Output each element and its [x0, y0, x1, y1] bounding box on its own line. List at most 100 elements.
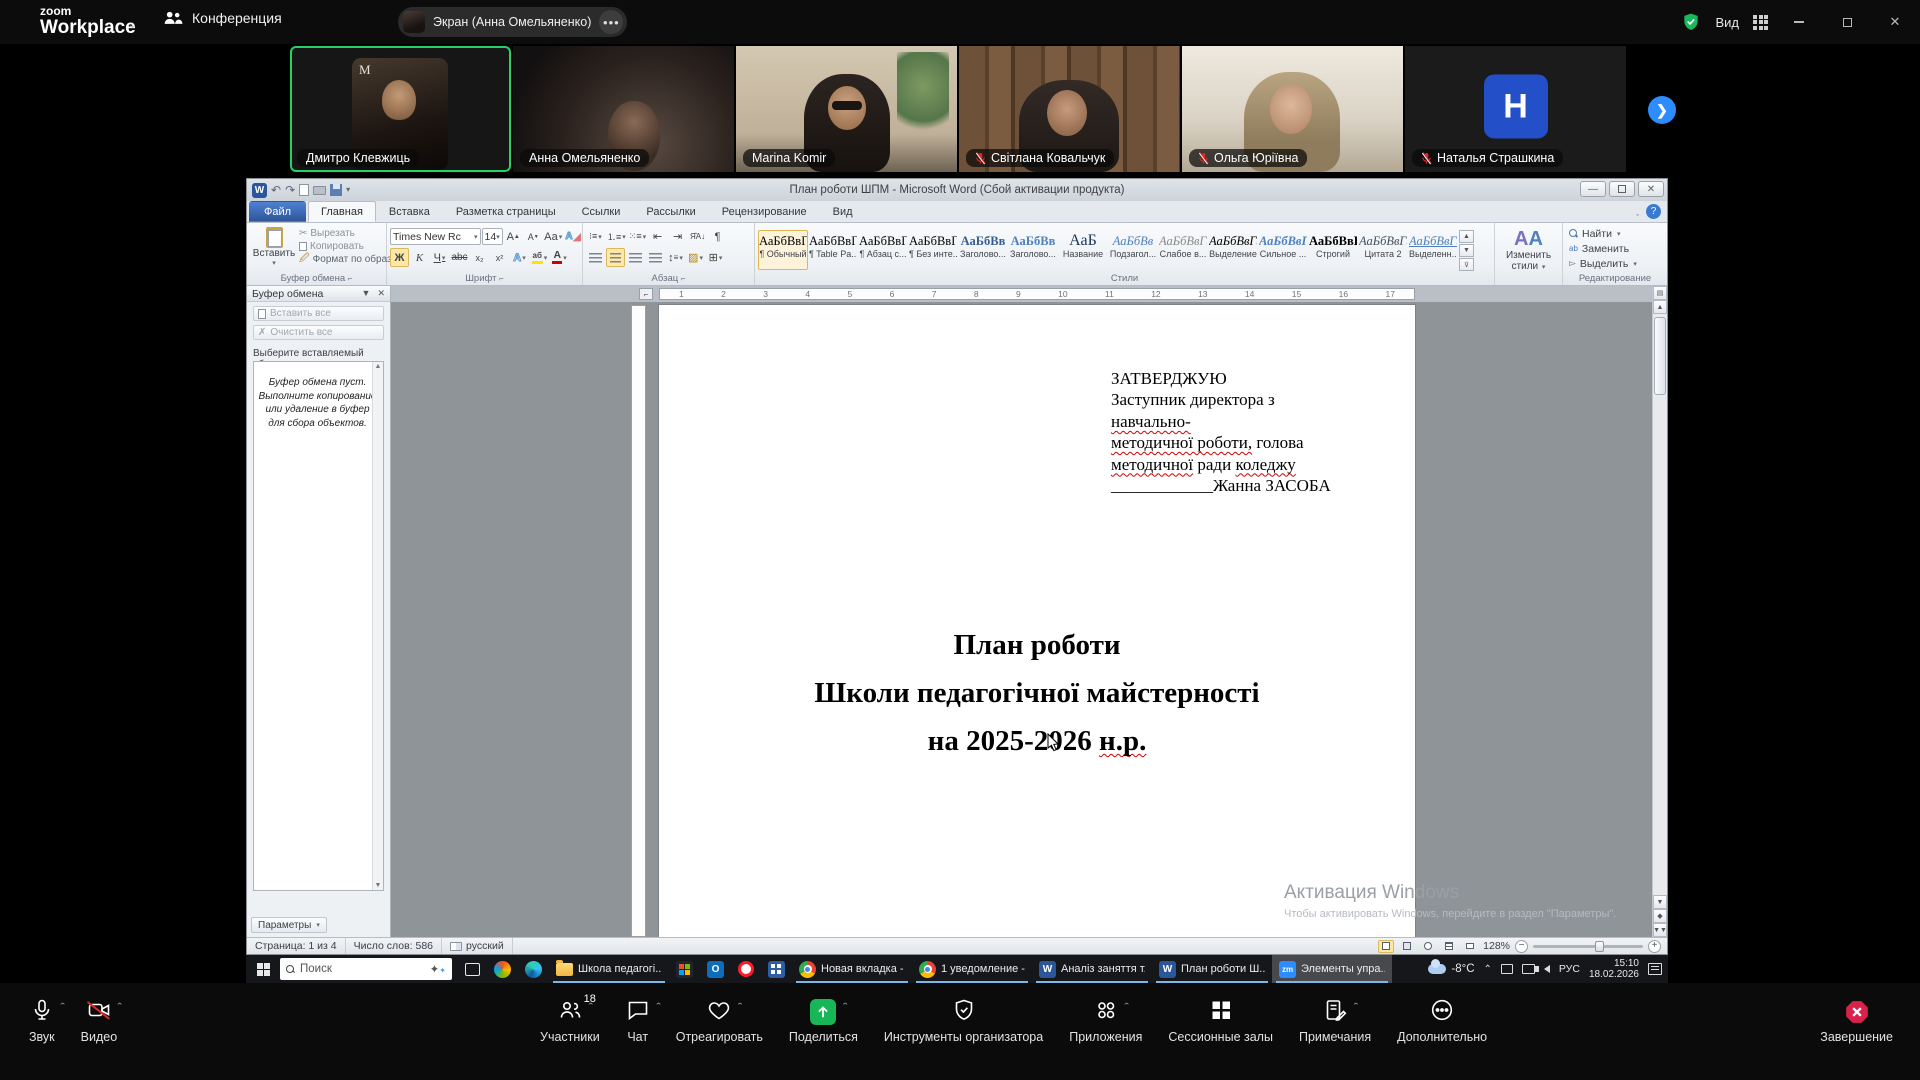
clear-all-button[interactable]: ✗Очистить все	[253, 325, 384, 340]
decrease-indent-button[interactable]: ⇤	[648, 227, 667, 246]
weather-widget[interactable]: -8°C	[1428, 963, 1474, 975]
pane-menu-icon[interactable]: ▼	[362, 288, 371, 299]
style-item[interactable]: АаБбВвЗаголово...	[958, 230, 1008, 270]
print-layout-view-button[interactable]	[1378, 940, 1394, 953]
styles-scroll-down-icon[interactable]: ▼	[1459, 244, 1474, 257]
participant-tile[interactable]: Marina Komir	[736, 46, 957, 172]
style-item[interactable]: АаБбВвГгВыделенн...	[1408, 230, 1458, 270]
toolbar-more[interactable]: Дополнительно	[1384, 983, 1500, 1044]
taskbar-app-word[interactable]: WПлан роботи Ш...	[1152, 955, 1272, 983]
font-color-button[interactable]: А▾	[550, 248, 569, 267]
strikethrough-button[interactable]: abc	[450, 248, 469, 267]
replace-button[interactable]: abЗаменить	[1563, 241, 1667, 256]
show-marks-button[interactable]: ¶	[708, 227, 727, 246]
clear-formatting-button[interactable]: А◢	[564, 227, 583, 246]
shading-button[interactable]: ▨▾	[686, 248, 705, 267]
pane-close-icon[interactable]: ✕	[377, 288, 385, 299]
toolbar-share[interactable]: ⌃Поделиться	[776, 983, 871, 1044]
tab-разметка страницы[interactable]: Разметка страницы	[443, 201, 569, 222]
style-item[interactable]: АаБбВвГгСлабое в...	[1158, 230, 1208, 270]
style-item[interactable]: АаБбВвГг,¶ Без инте...	[908, 230, 958, 270]
line-spacing-button[interactable]: ↕≡▾	[666, 248, 685, 267]
select-button[interactable]: ▻Выделить▾	[1563, 256, 1667, 271]
vertical-ruler[interactable]	[631, 305, 646, 937]
tray-chevron-icon[interactable]: ⌃	[1484, 964, 1492, 975]
document-scrollbar[interactable]: ▤ ▲ ▼ ◆ ▼▼	[1652, 286, 1667, 937]
italic-button[interactable]: К	[410, 248, 429, 267]
draft-view-button[interactable]	[1462, 940, 1478, 953]
toolbar-participants[interactable]: 18⌃Участники	[527, 983, 613, 1044]
tab-conference[interactable]: Конференция	[163, 10, 282, 26]
scroll-up-icon[interactable]: ▲	[1653, 300, 1667, 314]
word-minimize-button[interactable]: —	[1580, 181, 1606, 197]
help-icon[interactable]: ?	[1646, 204, 1661, 219]
style-item[interactable]: АаБбВвГгСильное ...	[1258, 230, 1308, 270]
volume-icon[interactable]	[1544, 965, 1550, 973]
participant-tile[interactable]: Анна Омельяненко	[513, 46, 734, 172]
style-item[interactable]: АаБбВвГг,Строгий	[1308, 230, 1358, 270]
collapse-ribbon-icon[interactable]: ˬ	[1636, 207, 1639, 216]
zoom-in-button[interactable]: +	[1648, 940, 1661, 953]
participant-tile[interactable]: MДмитро Клевжиць	[290, 46, 511, 172]
taskbar-clock[interactable]: 15:1018.02.2026	[1589, 958, 1639, 981]
paste-all-button[interactable]: Вставить все	[253, 306, 384, 321]
scrollbar-thumb[interactable]	[1654, 317, 1666, 395]
style-item[interactable]: АаБбВвГ¶ Table Pa...	[808, 230, 858, 270]
close-button[interactable]: ✕	[1878, 7, 1912, 37]
bullets-button[interactable]: ⁝≡▾	[586, 227, 605, 246]
taskbar-search[interactable]: Поиск ✦✦	[280, 958, 452, 980]
start-button[interactable]	[246, 955, 280, 983]
chevron-up-icon[interactable]: ⌃	[654, 1002, 662, 1011]
copy-button[interactable]: Копировать	[299, 240, 386, 253]
style-item[interactable]: АаБбВвГгВыделение	[1208, 230, 1258, 270]
toolbar-breakout[interactable]: Сессионные залы	[1155, 983, 1286, 1044]
taskbar-app-zoom[interactable]: zmЭлементы упра...	[1272, 955, 1392, 983]
style-item[interactable]: АаБНазвание	[1058, 230, 1108, 270]
change-case-button[interactable]: Аа▾	[544, 227, 563, 246]
action-center-icon[interactable]	[1648, 963, 1662, 975]
document-page[interactable]: ЗАТВЕРДЖУЮЗаступник директора знавчально…	[659, 305, 1415, 937]
highlight-button[interactable]: аб▾	[530, 248, 549, 267]
subscript-button[interactable]: x₂	[470, 248, 489, 267]
taskbar-app-folder[interactable]: Школа педагогі...	[549, 955, 669, 983]
align-right-button[interactable]	[626, 248, 645, 267]
proofing-status[interactable]: русский	[442, 938, 513, 954]
phone-link-icon[interactable]	[1501, 964, 1513, 974]
format-painter-button[interactable]: 🖉Формат по образцу	[299, 253, 386, 266]
taskbar-app-chrome[interactable]: 1 уведомление - ...	[912, 955, 1032, 983]
zoom-level[interactable]: 128%	[1483, 940, 1510, 952]
language-indicator[interactable]: РУС	[1559, 963, 1580, 975]
clipboard-list-scrollbar[interactable]: ▲▼	[372, 362, 383, 890]
taskbar-app-word[interactable]: WАналіз заняття т...	[1032, 955, 1152, 983]
chevron-up-icon[interactable]: ⌃	[58, 1002, 66, 1011]
word-close-button[interactable]: ✕	[1638, 181, 1664, 197]
chevron-down-icon[interactable]: ▾	[252, 259, 296, 267]
numbering-button[interactable]: ⒈≡▾	[606, 227, 627, 246]
style-item[interactable]: АаБбВвПодзагол...	[1108, 230, 1158, 270]
screen-share-pill[interactable]: Экран (Анна Омельяненко) •••	[398, 7, 627, 37]
maximize-button[interactable]	[1830, 7, 1864, 37]
chevron-up-icon[interactable]: ⌃	[586, 1002, 594, 1011]
tab-главная[interactable]: Главная	[308, 201, 376, 222]
security-shield-icon[interactable]	[1681, 12, 1701, 32]
paste-button[interactable]: Вставить ▾	[252, 226, 296, 270]
chevron-up-icon[interactable]: ⌃	[116, 1002, 124, 1011]
taskbar-app-task-view[interactable]	[458, 955, 487, 983]
zoom-slider-thumb[interactable]	[1595, 941, 1604, 952]
toolbar-notes[interactable]: ⌃Примечания	[1286, 983, 1384, 1044]
change-styles-button[interactable]: АА Изменить стили ▾	[1495, 226, 1562, 272]
view-label[interactable]: Вид	[1715, 15, 1739, 30]
taskbar-app-outlook[interactable]: O	[700, 955, 731, 983]
taskbar-app-opera[interactable]	[731, 955, 761, 983]
minimize-button[interactable]	[1782, 7, 1816, 37]
toolbar-apps[interactable]: ⌃Приложения	[1056, 983, 1155, 1044]
chevron-up-icon[interactable]: ⌃	[841, 1002, 849, 1011]
participant-tile[interactable]: ННаталья Страшкина	[1405, 46, 1626, 172]
taskbar-app-edge[interactable]	[518, 955, 549, 983]
taskbar-app-chrome[interactable]: Новая вкладка - ...	[792, 955, 912, 983]
view-grid-icon[interactable]	[1753, 15, 1768, 30]
taskbar-app-copilot[interactable]	[487, 955, 518, 983]
borders-button[interactable]: ⊞▾	[706, 248, 725, 267]
grow-font-button[interactable]: А▲	[504, 227, 523, 246]
ruler-toggle-icon[interactable]: ▤	[1653, 286, 1667, 300]
